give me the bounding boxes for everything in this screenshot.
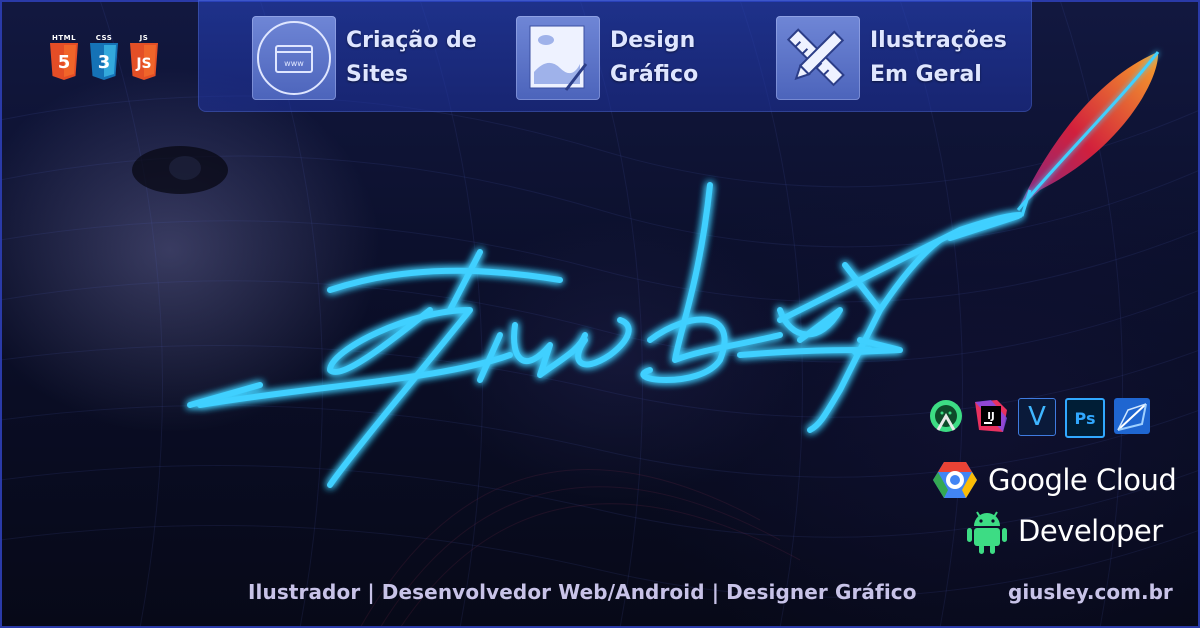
android-studio-icon [928, 398, 964, 434]
service-line1: Criação de [346, 28, 477, 53]
service-line2: Gráfico [610, 62, 699, 87]
vectornator-icon: V [1018, 398, 1056, 436]
svg-text:IJ: IJ [987, 411, 994, 422]
service-line2: Em Geral [870, 62, 982, 87]
svg-text:JS: JS [135, 56, 151, 72]
google-cloud-icon [933, 462, 977, 498]
service-line1: Ilustrações [870, 28, 1007, 53]
giusley-signature-logo [187, 182, 1023, 488]
service-line2: Sites [346, 62, 408, 87]
google-cloud-label: Google Cloud [988, 463, 1177, 497]
android-robot-icon [967, 511, 1007, 554]
js-tag: JS [139, 34, 149, 42]
css3-tag: CSS [95, 34, 113, 42]
svg-text:5: 5 [58, 52, 71, 73]
photoshop-icon: Ps [1065, 398, 1105, 438]
site-url-link[interactable]: giusley.com.br [1008, 580, 1173, 604]
css3-icon: CSS 3 [88, 34, 120, 85]
html5-tag: HTML [51, 34, 77, 42]
service-design-grafico[interactable]: Design Gráfico [516, 16, 750, 100]
intellij-idea-icon: IJ [973, 398, 1009, 434]
service-line1: Design [610, 28, 696, 53]
svg-text:3: 3 [98, 52, 111, 73]
service-label: Criação de Sites [346, 24, 486, 92]
footer: Ilustrador | Desenvolvedor Web/Android |… [0, 570, 1200, 614]
pencil-ruler-icon [776, 16, 860, 100]
javascript-icon: JS JS [128, 34, 160, 85]
vector-app-icon [1114, 398, 1150, 434]
service-ilustracoes-em-geral[interactable]: Ilustrações Em Geral [776, 16, 1010, 100]
service-label: Design Gráfico [610, 24, 750, 92]
service-criacao-de-sites[interactable]: www Criação de Sites [252, 16, 486, 100]
dev-tools-row: IJ V Ps [928, 398, 1150, 438]
android-developer-badge: Developer [966, 508, 1163, 554]
android-developer-label: Developer [1018, 514, 1163, 548]
web-tech-badges: HTML 5 CSS 3 JS JS [48, 34, 160, 85]
services-bar: www Criação de Sites Design Gráfico Ilus… [198, 0, 1032, 112]
html5-icon: HTML 5 [48, 34, 80, 85]
google-cloud-badge: Google Cloud [932, 460, 1177, 500]
service-label: Ilustrações Em Geral [870, 24, 1010, 92]
graphic-design-canvas-icon [516, 16, 600, 100]
tagline: Ilustrador | Desenvolvedor Web/Android |… [248, 580, 917, 604]
svg-text:www: www [284, 59, 304, 68]
browser-www-icon: www [252, 16, 336, 100]
